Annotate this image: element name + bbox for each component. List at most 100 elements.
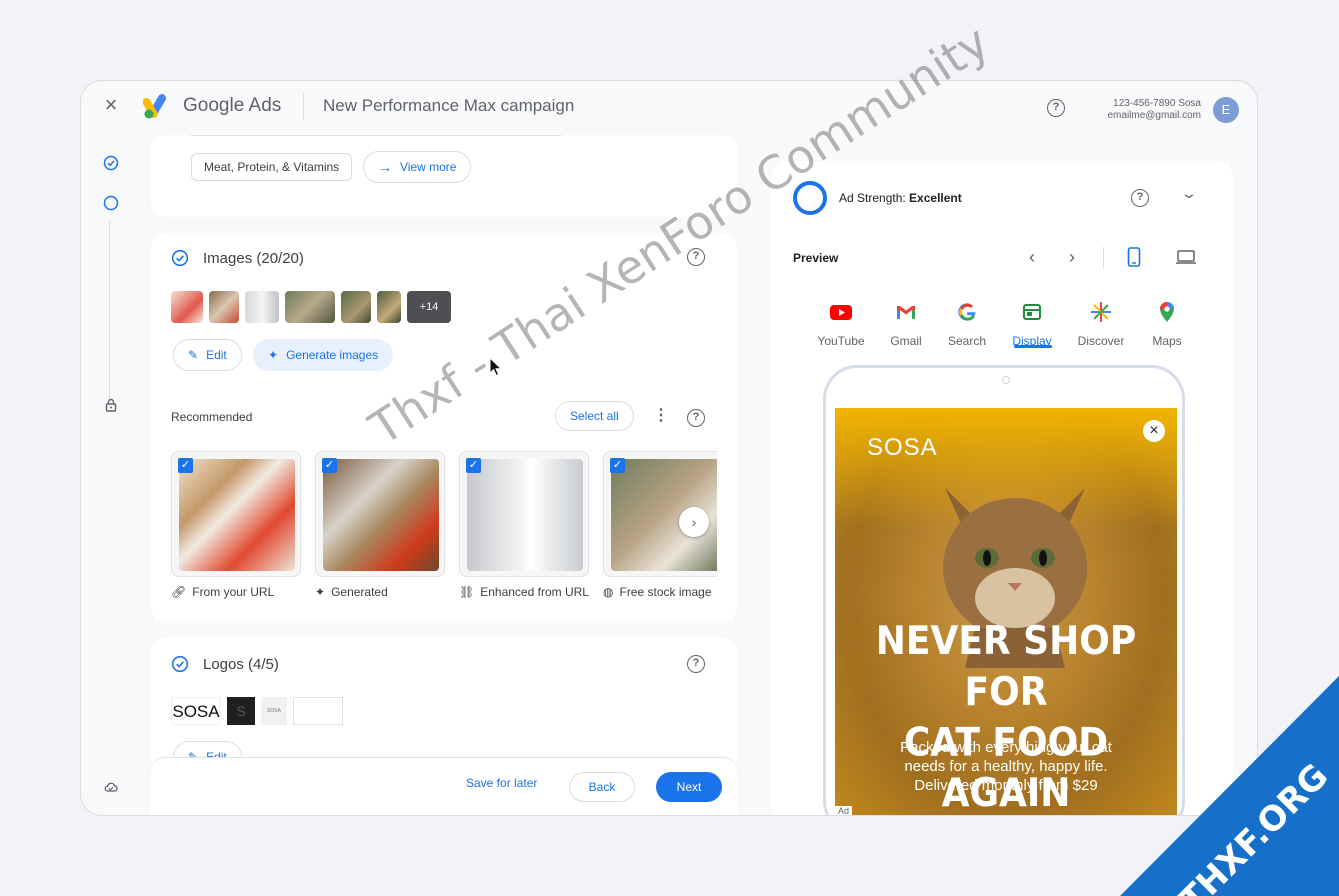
carousel-next-button[interactable]: › xyxy=(679,507,709,537)
ad-close-icon[interactable]: × xyxy=(1143,420,1165,442)
images-help-icon[interactable]: ? xyxy=(687,248,705,266)
tab-youtube[interactable]: YouTube xyxy=(811,301,871,348)
logo-thumb-empty[interactable] xyxy=(293,697,343,725)
ad-strength-value: Excellent xyxy=(909,191,962,205)
step-current-icon[interactable] xyxy=(103,195,119,211)
view-more-button[interactable]: → View more xyxy=(363,151,472,183)
save-for-later-button[interactable]: Save for later xyxy=(466,776,537,790)
tab-label: YouTube xyxy=(817,334,865,348)
globe-icon: ◍ xyxy=(603,585,614,599)
account-email: emailme@gmail.com xyxy=(1107,110,1201,121)
next-preview-icon[interactable]: › xyxy=(1069,247,1075,268)
tab-gmail[interactable]: Gmail xyxy=(876,301,936,348)
more-options-icon[interactable]: ⋮ xyxy=(653,405,669,425)
recommended-help-icon[interactable]: ? xyxy=(687,409,705,427)
view-more-label: View more xyxy=(400,160,457,174)
mobile-device-icon[interactable] xyxy=(1127,247,1141,267)
checkbox-checked-icon[interactable]: ✓ xyxy=(610,458,625,473)
campaign-window: × Google Ads New Performance Max campaig… xyxy=(80,80,1258,816)
youtube-icon xyxy=(830,305,852,320)
images-title: Images (20/20) xyxy=(203,250,304,267)
device-divider xyxy=(1103,247,1104,269)
selected-image-thumb[interactable] xyxy=(377,291,401,323)
select-all-button[interactable]: Select all xyxy=(555,401,634,431)
lock-icon xyxy=(105,398,117,412)
edit-images-button[interactable]: ✎ Edit xyxy=(173,339,242,371)
recommended-image xyxy=(323,459,439,571)
avatar[interactable]: E xyxy=(1213,97,1239,123)
source-text: Generated xyxy=(331,585,388,599)
selected-image-thumb[interactable] xyxy=(171,291,203,323)
back-button[interactable]: Back xyxy=(569,772,635,802)
tab-search[interactable]: Search xyxy=(937,301,997,348)
recommended-image xyxy=(467,459,583,571)
cloud-save-icon[interactable] xyxy=(103,779,119,795)
recommended-source-label: ◍ Free stock image xyxy=(603,585,712,599)
logo-wordmark: Google Ads xyxy=(183,95,281,117)
logo-thumb-dark[interactable]: S xyxy=(227,697,255,725)
section-complete-icon xyxy=(171,655,189,673)
tab-maps[interactable]: Maps xyxy=(1137,301,1197,348)
logo-thumb-small[interactable]: SOSA xyxy=(261,697,287,725)
logos-card: Logos (4/5) ? SOSA S SOSA ✎ Edit xyxy=(151,637,737,777)
account-id: 123-456-7890 Sosa xyxy=(1113,98,1201,109)
section-complete-icon xyxy=(171,249,189,267)
sparkle-icon: ✦ xyxy=(315,585,326,599)
tab-label: Gmail xyxy=(890,334,922,348)
chevron-down-icon[interactable]: ⌄ xyxy=(1180,185,1198,202)
interest-chip[interactable]: Meat, Protein, & Vitamins xyxy=(191,153,353,181)
selected-image-thumb[interactable] xyxy=(341,291,371,323)
card-top-divider xyxy=(191,135,561,136)
selected-image-thumb[interactable] xyxy=(245,291,279,323)
previous-preview-icon[interactable]: ‹ xyxy=(1029,247,1035,268)
desktop-device-icon[interactable] xyxy=(1175,249,1197,265)
selected-image-thumb[interactable] xyxy=(209,291,239,323)
tab-label: Search xyxy=(947,334,987,348)
ad-strength-prefix: Ad Strength: xyxy=(839,191,910,205)
interest-chip-label: Meat, Protein, & Vitamins xyxy=(204,160,340,174)
next-button[interactable]: Next xyxy=(656,772,722,802)
checkbox-checked-icon[interactable]: ✓ xyxy=(322,458,337,473)
edit-images-label: Edit xyxy=(206,348,227,362)
recommended-image-card[interactable]: ✓ xyxy=(171,451,301,577)
preview-label: Preview xyxy=(793,251,839,265)
tab-display[interactable]: Display xyxy=(1002,301,1062,348)
step-complete-icon[interactable] xyxy=(103,155,119,171)
generate-images-label: Generate images xyxy=(286,348,379,362)
selected-image-thumb[interactable] xyxy=(285,291,335,323)
recommended-image xyxy=(179,459,295,571)
logos-title: Logos (4/5) xyxy=(203,656,279,673)
recommended-image-card[interactable]: ✓ xyxy=(315,451,445,577)
ad-brand-logo: SOSA xyxy=(867,434,938,461)
ad-strength-help-icon[interactable]: ? xyxy=(1131,189,1149,207)
mouse-cursor-icon xyxy=(489,357,503,377)
audience-signal-card: Meat, Protein, & Vitamins → View more xyxy=(151,135,737,217)
logos-help-icon[interactable]: ? xyxy=(687,655,705,673)
recommended-image-card[interactable]: ✓ xyxy=(459,451,589,577)
recommended-source-label: ✦ Generated xyxy=(315,585,388,599)
generate-images-button[interactable]: ✦ Generate images xyxy=(253,339,394,371)
checkbox-checked-icon[interactable]: ✓ xyxy=(466,458,481,473)
images-card: Images (20/20) ? +14 ✎ Edit ✦ Generate i… xyxy=(151,233,737,621)
tab-label: Discover xyxy=(1077,334,1125,348)
selected-images-strip: +14 xyxy=(171,291,471,323)
maps-icon xyxy=(1160,302,1174,322)
header-divider xyxy=(303,93,304,119)
close-icon[interactable]: × xyxy=(101,94,121,116)
discover-icon xyxy=(1091,302,1111,322)
checkbox-checked-icon[interactable]: ✓ xyxy=(178,458,193,473)
recommended-source-label: 🔗︎ From your URL xyxy=(171,585,274,599)
display-icon xyxy=(1023,304,1041,320)
google-search-icon xyxy=(958,303,976,321)
recommended-carousel: ✓ ✓ ✓ ✓ › 🔗︎ From your URL ✦ Generated ⛓… xyxy=(171,451,717,611)
account-info[interactable]: 123-456-7890 Sosa emailme@gmail.com xyxy=(1091,98,1201,122)
tab-discover[interactable]: Discover xyxy=(1071,301,1131,348)
logo-google-text: Google xyxy=(183,95,245,116)
ad-strength-label: Ad Strength: Excellent xyxy=(839,191,962,205)
more-images-badge[interactable]: +14 xyxy=(407,291,451,323)
app-header: × Google Ads New Performance Max campaig… xyxy=(81,81,1257,133)
logo-thumb[interactable]: SOSA xyxy=(171,697,221,725)
gmail-icon xyxy=(897,306,915,319)
ad-strength-ring-icon xyxy=(793,181,827,215)
help-icon[interactable]: ? xyxy=(1047,99,1065,117)
